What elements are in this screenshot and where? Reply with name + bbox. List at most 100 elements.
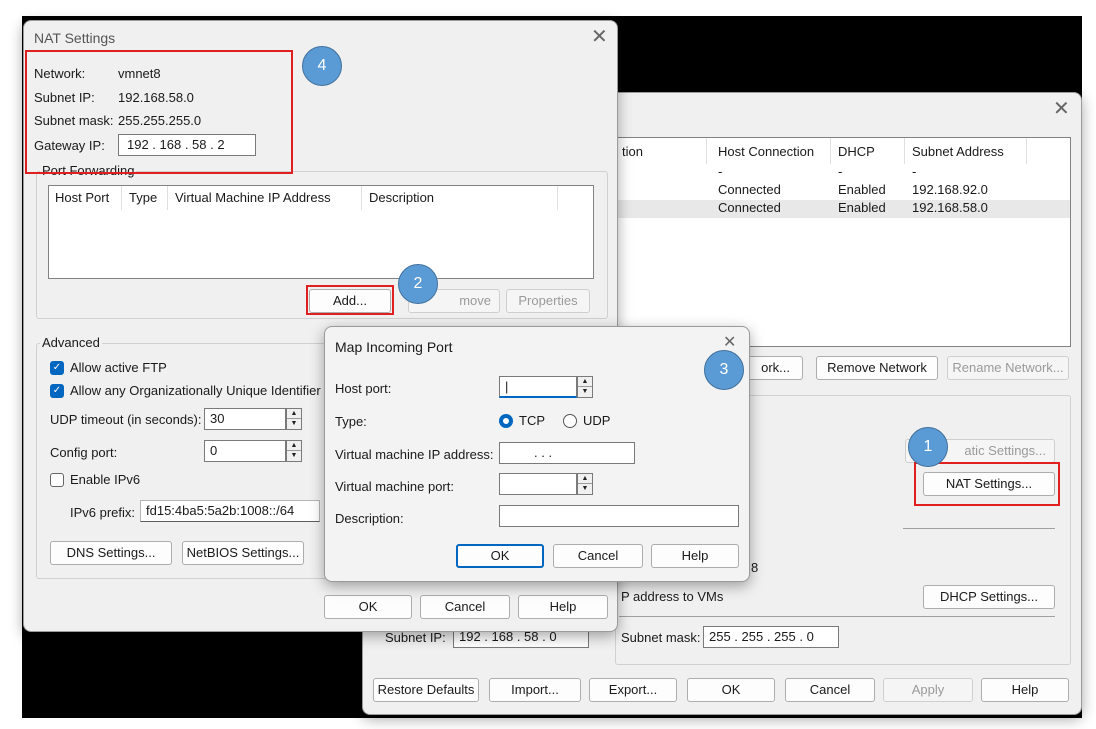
dhcp-cell: - xyxy=(838,164,843,179)
host-port-field[interactable]: | xyxy=(499,376,577,398)
cancel-button[interactable]: Cancel xyxy=(553,544,643,568)
map-incoming-port-dialog: Map Incoming Port ✕ Host port: | ▲ ▼ Type… xyxy=(324,326,750,582)
col-type-header[interactable]: Type xyxy=(129,190,157,205)
udp-timeout-label: UDP timeout (in seconds): xyxy=(50,412,202,427)
host-connection-cell: Connected xyxy=(718,182,781,197)
spin-down-icon[interactable]: ▼ xyxy=(578,387,592,397)
netbios-settings-button[interactable]: NetBIOS Settings... xyxy=(182,541,304,565)
allow-oui-label[interactable]: Allow any Organizationally Unique Identi… xyxy=(70,383,321,398)
spin-up-icon[interactable]: ▲ xyxy=(578,474,592,484)
allow-ftp-label[interactable]: Allow active FTP xyxy=(70,360,167,375)
tcp-label[interactable]: TCP xyxy=(519,413,545,428)
ok-button[interactable]: OK xyxy=(687,678,775,702)
header-divider xyxy=(121,186,122,210)
host-connection-cell: - xyxy=(718,164,723,179)
udp-timeout-field[interactable]: 30 xyxy=(204,408,286,430)
spin-down-icon[interactable]: ▼ xyxy=(287,451,301,461)
ipv6-prefix-field[interactable]: fd15:4ba5:5a2b:1008::/64 xyxy=(140,500,320,522)
enable-ipv6-checkbox[interactable] xyxy=(50,473,64,487)
udp-label[interactable]: UDP xyxy=(583,413,610,428)
vmnet-number-fragment: 8 xyxy=(751,560,759,575)
header-divider xyxy=(706,138,707,164)
header-divider xyxy=(557,186,558,210)
col-description-header[interactable]: Description xyxy=(369,190,434,205)
step-badge-3: 3 xyxy=(704,350,744,390)
dialog-title: Map Incoming Port xyxy=(335,339,453,355)
divider xyxy=(619,616,1055,617)
spin-up-icon[interactable]: ▲ xyxy=(287,441,301,451)
dhcp-checkbox-label: P address to VMs xyxy=(621,589,724,604)
ipv6-prefix-label: IPv6 prefix: xyxy=(70,505,136,520)
help-button[interactable]: Help xyxy=(518,595,608,619)
vm-ip-field[interactable]: . . . xyxy=(499,442,635,464)
ok-button[interactable]: OK xyxy=(324,595,412,619)
subnet-mask-field[interactable]: 255 . 255 . 255 . 0 xyxy=(703,626,839,648)
tcp-radio[interactable] xyxy=(499,414,513,428)
table-row[interactable]: - - - xyxy=(616,164,1070,182)
header-divider xyxy=(167,186,168,210)
spin-up-icon[interactable]: ▲ xyxy=(578,377,592,387)
advanced-label: Advanced xyxy=(40,335,102,350)
spin-down-icon[interactable]: ▼ xyxy=(287,419,301,429)
dhcp-settings-button[interactable]: DHCP Settings... xyxy=(923,585,1055,609)
apply-button[interactable]: Apply xyxy=(883,678,973,702)
close-icon[interactable]: ✕ xyxy=(723,335,736,351)
header-divider xyxy=(904,138,905,164)
host-connection-cell: Connected xyxy=(718,200,781,215)
vm-ip-label: Virtual machine IP address: xyxy=(335,447,494,462)
table-row-selected[interactable]: Connected Enabled 192.168.58.0 xyxy=(616,200,1070,218)
allow-ftp-checkbox[interactable]: ✓ xyxy=(50,361,64,375)
remove-network-button[interactable]: Remove Network xyxy=(816,356,938,380)
config-port-field[interactable]: 0 xyxy=(204,440,286,462)
close-icon[interactable]: ✕ xyxy=(1053,99,1070,119)
dhcp-cell: Enabled xyxy=(838,182,886,197)
header-divider xyxy=(1026,138,1027,164)
description-label: Description: xyxy=(335,511,404,526)
highlight-network-info xyxy=(25,50,293,174)
network-list[interactable]: tion Host Connection DHCP Subnet Address… xyxy=(615,137,1071,347)
udp-radio[interactable] xyxy=(563,414,577,428)
subnet-cell: 192.168.58.0 xyxy=(912,200,988,215)
subnet-cell: - xyxy=(912,164,917,179)
description-field[interactable] xyxy=(499,505,739,527)
export-button[interactable]: Export... xyxy=(589,678,677,702)
col-host-connection-header[interactable]: Host Connection xyxy=(718,144,814,159)
host-port-spinner[interactable]: ▲ ▼ xyxy=(577,376,593,398)
highlight-nat-settings-button xyxy=(914,462,1060,506)
dns-settings-button[interactable]: DNS Settings... xyxy=(50,541,172,565)
port-forwarding-list[interactable]: Host Port Type Virtual Machine IP Addres… xyxy=(48,185,594,279)
config-port-label: Config port: xyxy=(50,445,118,460)
help-button[interactable]: Help xyxy=(981,678,1069,702)
restore-defaults-button[interactable]: Restore Defaults xyxy=(373,678,479,702)
udp-timeout-spinner[interactable]: ▲ ▼ xyxy=(286,408,302,430)
config-port-spinner[interactable]: ▲ ▼ xyxy=(286,440,302,462)
window-title: NAT Settings xyxy=(34,30,116,46)
divider xyxy=(903,528,1055,529)
type-label: Type: xyxy=(335,414,367,429)
col-name-header: tion xyxy=(622,144,643,159)
cancel-button[interactable]: Cancel xyxy=(785,678,875,702)
ok-button[interactable]: OK xyxy=(456,544,544,568)
col-subnet-header[interactable]: Subnet Address xyxy=(912,144,1004,159)
properties-button[interactable]: Properties xyxy=(506,289,590,313)
import-button[interactable]: Import... xyxy=(489,678,581,702)
vm-port-field[interactable] xyxy=(499,473,577,495)
cancel-button[interactable]: Cancel xyxy=(420,595,510,619)
rename-network-button[interactable]: Rename Network... xyxy=(947,356,1069,380)
step-badge-2: 2 xyxy=(398,264,438,304)
spin-down-icon[interactable]: ▼ xyxy=(578,484,592,494)
subnet-ip-label: Subnet IP: xyxy=(385,630,446,645)
header-divider xyxy=(830,138,831,164)
vm-port-label: Virtual machine port: xyxy=(335,479,454,494)
close-icon[interactable]: ✕ xyxy=(591,27,608,47)
col-vm-ip-header[interactable]: Virtual Machine IP Address xyxy=(175,190,331,205)
help-button[interactable]: Help xyxy=(651,544,739,568)
col-dhcp-header[interactable]: DHCP xyxy=(838,144,875,159)
table-row[interactable]: Connected Enabled 192.168.92.0 xyxy=(616,182,1070,200)
col-host-port-header[interactable]: Host Port xyxy=(55,190,109,205)
enable-ipv6-label[interactable]: Enable IPv6 xyxy=(70,472,140,487)
subnet-mask-label: Subnet mask: xyxy=(621,630,701,645)
allow-oui-checkbox[interactable]: ✓ xyxy=(50,384,64,398)
vm-port-spinner[interactable]: ▲ ▼ xyxy=(577,473,593,495)
spin-up-icon[interactable]: ▲ xyxy=(287,409,301,419)
